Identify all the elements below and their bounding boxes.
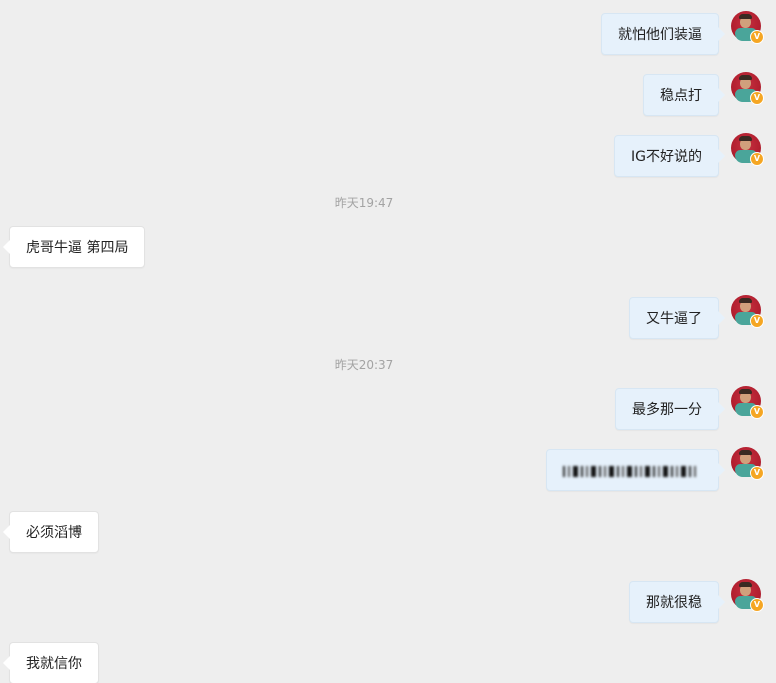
incoming-message[interactable]: 我就信你 xyxy=(3,642,99,683)
message-text: IG不好说的 xyxy=(631,149,702,165)
incoming-message[interactable]: 虎哥牛逼 第四局 xyxy=(2,226,146,268)
timestamp: 昨天19:47 xyxy=(334,196,394,210)
outgoing-message[interactable]: IG不好说的 xyxy=(614,135,725,177)
verified-badge-icon: V xyxy=(750,598,764,612)
verified-badge-icon: V xyxy=(750,91,764,105)
user-avatar[interactable]: V xyxy=(731,295,764,328)
outgoing-message-redacted[interactable] xyxy=(546,449,725,491)
user-avatar[interactable]: V xyxy=(731,447,764,480)
message-text: 最多那一分 xyxy=(632,402,702,418)
message-text: 我就信你 xyxy=(26,656,82,672)
outgoing-message[interactable]: 就怕他们装逼 xyxy=(601,13,725,55)
user-avatar[interactable]: V xyxy=(731,133,764,166)
message-text: 又牛逼了 xyxy=(646,311,702,327)
verified-badge-icon: V xyxy=(750,152,764,166)
verified-badge-icon: V xyxy=(750,30,764,44)
verified-badge-icon: V xyxy=(750,405,764,419)
verified-badge-icon: V xyxy=(750,314,764,328)
chat-window: 就怕他们装逼 V 稳点打 V IG不好说的 V 昨天19:47 虎哥牛逼 第四局… xyxy=(0,0,776,683)
timestamp: 昨天20:37 xyxy=(334,358,394,372)
user-avatar[interactable]: V xyxy=(731,72,764,105)
outgoing-message[interactable]: 那就很稳 xyxy=(629,581,725,623)
outgoing-message[interactable]: 稳点打 xyxy=(643,74,725,116)
verified-badge-icon: V xyxy=(750,466,764,480)
user-avatar[interactable]: V xyxy=(731,579,764,612)
message-text: 就怕他们装逼 xyxy=(618,27,702,43)
redacted-text xyxy=(563,465,699,477)
user-avatar[interactable]: V xyxy=(731,386,764,419)
outgoing-message[interactable]: 又牛逼了 xyxy=(629,297,725,339)
incoming-message[interactable]: 必须滔博 xyxy=(3,511,99,553)
message-text: 那就很稳 xyxy=(646,595,702,611)
user-avatar[interactable]: V xyxy=(731,11,764,44)
message-text: 稳点打 xyxy=(660,88,702,104)
message-text: 虎哥牛逼 第四局 xyxy=(26,240,129,256)
message-text: 必须滔博 xyxy=(26,525,82,541)
outgoing-message[interactable]: 最多那一分 xyxy=(615,388,725,430)
